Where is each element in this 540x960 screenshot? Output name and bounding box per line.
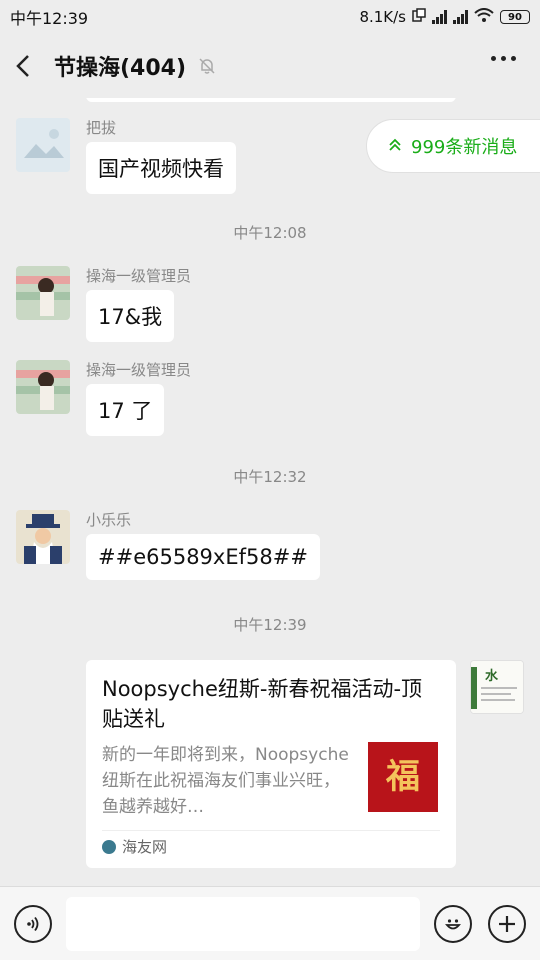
message-list[interactable]: 把拔 国产视频快看 999条新消息 中午12:08 操海一级管理员 17&我 操… bbox=[0, 98, 540, 886]
sender-name: 操海一级管理员 bbox=[86, 267, 192, 285]
article-source: 海友网 bbox=[102, 830, 440, 862]
mute-bell-icon bbox=[198, 57, 216, 75]
article-thumbnail: 福 bbox=[368, 742, 438, 812]
message-bubble[interactable]: ##e65589xEf58## bbox=[86, 534, 320, 580]
side-thumb-text: 水 bbox=[485, 669, 499, 684]
message-item: 把拔 国产视频快看 bbox=[16, 118, 236, 194]
more-functions-button[interactable] bbox=[488, 904, 526, 943]
article-description: 新的一年即将到来，Noopsyche纽斯在此祝福海友们事业兴旺，鱼越养越好… bbox=[102, 745, 349, 817]
plus-icon bbox=[499, 915, 515, 932]
timestamp: 中午12:08 bbox=[233, 224, 307, 242]
timestamp: 中午12:39 bbox=[233, 616, 307, 634]
sender-avatar-thumbnail[interactable]: 水 bbox=[470, 660, 524, 714]
battery-icon: 90 bbox=[500, 10, 530, 24]
new-messages-button[interactable]: 999条新消息 bbox=[366, 119, 540, 173]
message-bubble[interactable]: 17 了 bbox=[86, 384, 165, 436]
wifi-icon bbox=[474, 8, 494, 26]
previous-bubble-edge bbox=[86, 98, 456, 102]
sender-name: 小乐乐 bbox=[86, 511, 132, 529]
message-bubble[interactable]: 17&我 bbox=[86, 290, 175, 342]
message-item: 小乐乐 ##e65589xEf58## bbox=[16, 510, 320, 580]
avatar[interactable] bbox=[16, 266, 70, 320]
article-card[interactable]: Noopsyche纽斯-新春祝福活动-顶贴送礼 新的一年即将到来，Noopsyc… bbox=[86, 660, 456, 868]
source-logo-icon bbox=[102, 839, 116, 854]
input-bar bbox=[0, 886, 540, 960]
emoji-button[interactable] bbox=[434, 904, 472, 943]
back-arrow-icon[interactable] bbox=[16, 52, 36, 80]
avatar[interactable] bbox=[16, 118, 70, 172]
chat-header: 节操海(404) bbox=[0, 34, 540, 98]
sender-name: 操海一级管理员 bbox=[86, 361, 192, 379]
message-item: 操海一级管理员 17 了 bbox=[16, 360, 191, 436]
article-title: Noopsyche纽斯-新春祝福活动-顶贴送礼 bbox=[102, 677, 423, 731]
chat-title: 节操海(404) bbox=[54, 56, 187, 81]
more-options-icon[interactable] bbox=[491, 56, 516, 61]
message-bubble[interactable]: 国产视频快看 bbox=[86, 142, 236, 194]
data-saver-icon bbox=[412, 8, 426, 26]
thumbnail-text: 福 bbox=[386, 757, 420, 797]
status-time: 中午12:39 bbox=[10, 9, 89, 28]
voice-input-button[interactable] bbox=[14, 904, 52, 943]
avatar[interactable] bbox=[16, 360, 70, 414]
timestamp: 中午12:32 bbox=[233, 468, 307, 486]
signal-icon-1 bbox=[432, 10, 447, 24]
message-input[interactable] bbox=[66, 896, 420, 951]
voice-icon bbox=[27, 916, 39, 931]
network-speed: 8.1K/s bbox=[359, 8, 406, 26]
status-bar: 中午12:39 8.1K/s 90 bbox=[0, 0, 540, 34]
new-messages-label: 999条新消息 bbox=[411, 137, 518, 158]
smiley-icon bbox=[445, 918, 461, 929]
avatar[interactable] bbox=[16, 510, 70, 564]
message-item: 操海一级管理员 17&我 bbox=[16, 266, 191, 342]
double-chevron-up-icon bbox=[389, 136, 401, 157]
source-name: 海友网 bbox=[122, 838, 168, 856]
status-icons: 8.1K/s 90 bbox=[359, 8, 530, 26]
signal-icon-2 bbox=[453, 10, 468, 24]
sender-name: 把拔 bbox=[86, 119, 117, 137]
